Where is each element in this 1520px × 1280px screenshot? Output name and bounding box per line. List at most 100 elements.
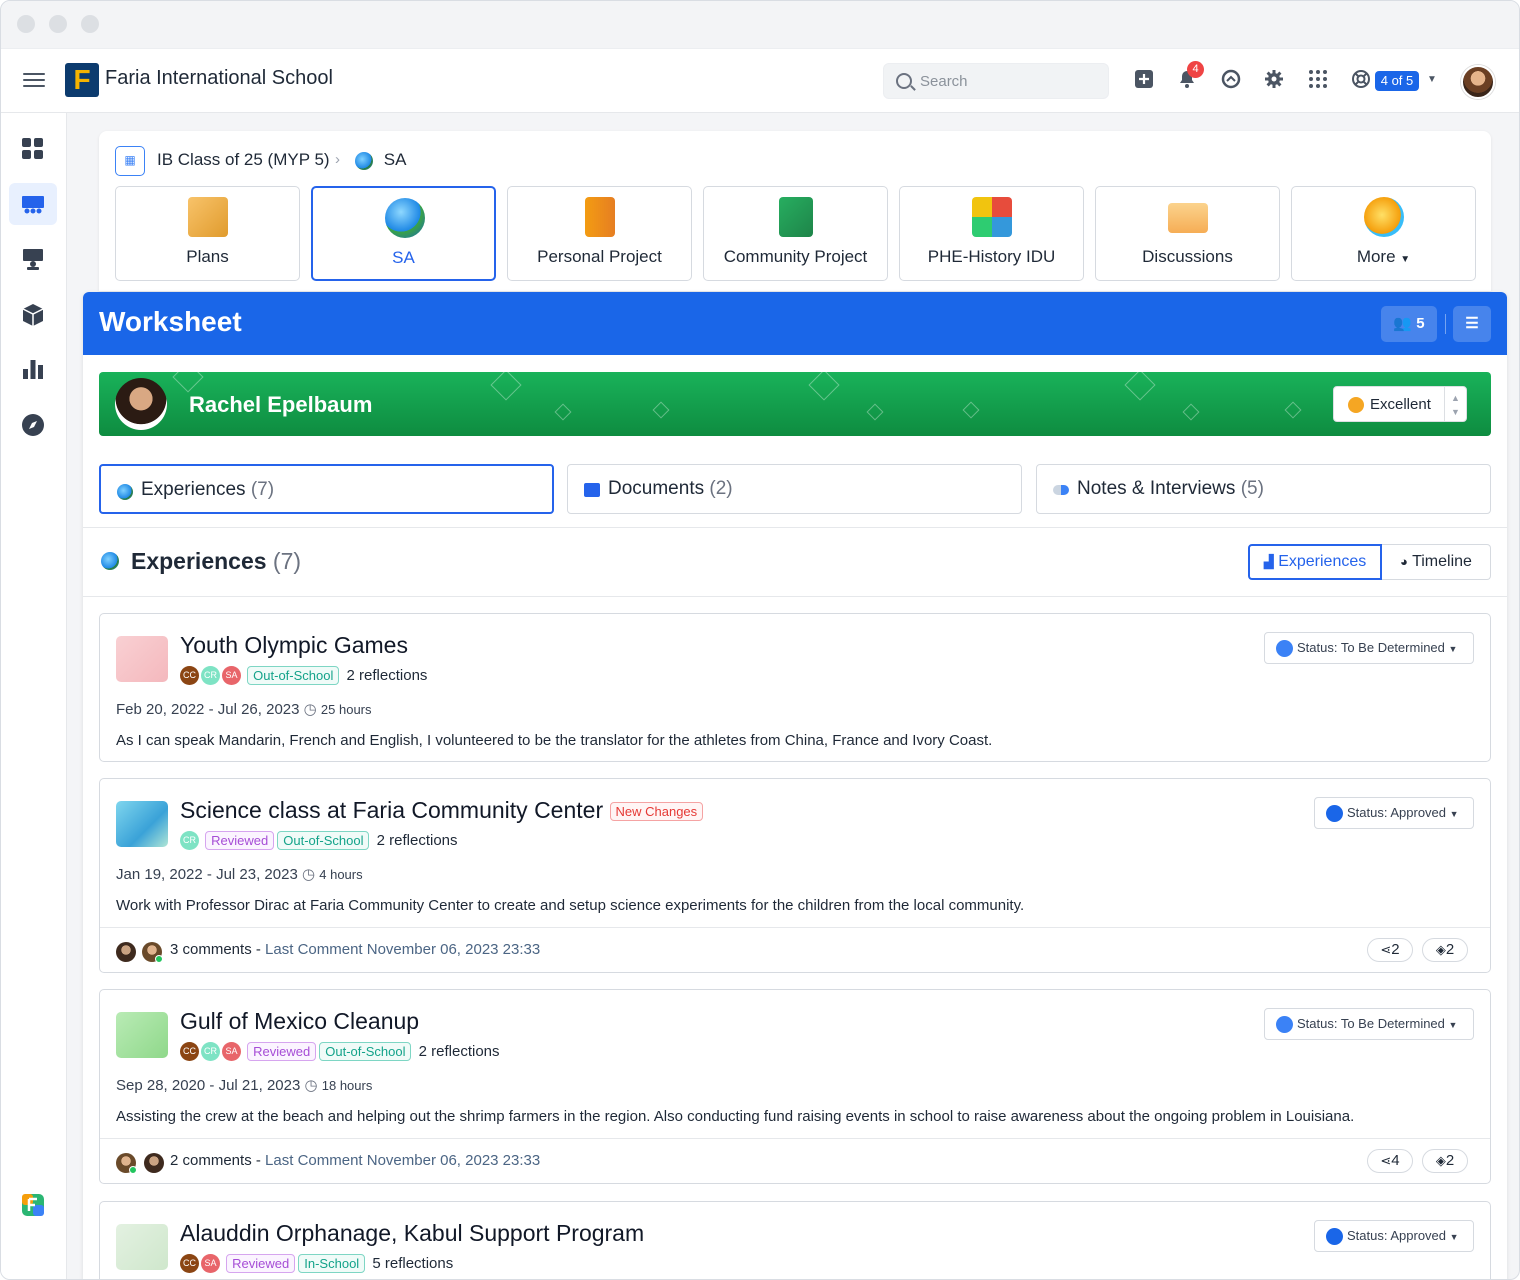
experience-title[interactable]: Youth Olympic Games xyxy=(180,632,408,659)
tile-discussions[interactable]: Discussions xyxy=(1095,186,1280,281)
online-indicator xyxy=(129,1166,137,1174)
apps-grid-icon[interactable] xyxy=(1307,69,1329,91)
experience-title[interactable]: Gulf of Mexico Cleanup xyxy=(180,1008,419,1035)
status-dropdown[interactable]: Status: Approved ▼ xyxy=(1314,1220,1474,1252)
experience-description: As I can speak Mandarin, French and Engl… xyxy=(116,732,993,749)
tag-out-of-school: Out-of-School xyxy=(277,831,370,850)
grade-value: Excellent xyxy=(1370,396,1431,413)
notebook-icon xyxy=(585,197,615,237)
experience-title[interactable]: Science class at Faria Community Center … xyxy=(180,797,706,824)
lifebuoy-icon[interactable] xyxy=(1350,69,1372,91)
tile-plans[interactable]: Plans xyxy=(115,186,300,281)
breadcrumb-class[interactable]: IB Class of 25 (MYP 5) xyxy=(157,150,330,170)
decor xyxy=(554,403,572,421)
caret-down-icon[interactable]: ▼ xyxy=(1421,69,1443,91)
status-dropdown[interactable]: Status: To Be Determined ▼ xyxy=(1264,1008,1474,1040)
window-close-dot[interactable] xyxy=(17,15,35,33)
view-experiences-button[interactable]: ▟ Experiences xyxy=(1248,544,1382,580)
tile-sa[interactable]: SA xyxy=(311,186,496,281)
experience-card[interactable]: Youth Olympic Games CC CR SA Out-of-School… xyxy=(99,613,1491,762)
share-count-button[interactable]: ⋖4 xyxy=(1367,1149,1413,1173)
chat-icon[interactable] xyxy=(1220,69,1242,91)
explore-icon[interactable] xyxy=(21,413,45,437)
faria-app-icon[interactable] xyxy=(21,1193,45,1217)
experience-tags: CR Reviewed Out-of-School 2 reflections xyxy=(180,831,458,853)
students-count: 5 xyxy=(1416,315,1425,332)
classes-icon[interactable] xyxy=(21,193,45,217)
tile-more[interactable]: More ▼ xyxy=(1291,186,1476,281)
clock-icon: ◕ xyxy=(1400,554,1408,569)
experience-card[interactable]: Science class at Faria Community Center … xyxy=(99,778,1491,973)
tab-label: Notes & Interviews (5) xyxy=(1077,478,1264,499)
search-input[interactable]: Search xyxy=(883,63,1109,99)
tile-label: Plans xyxy=(186,247,229,266)
status-dropdown[interactable]: Status: Approved ▼ xyxy=(1314,797,1474,829)
chip-cc: CC xyxy=(180,666,199,685)
teaching-icon[interactable] xyxy=(21,247,45,271)
experience-card[interactable]: Alauddin Orphanage, Kabul Support Progra… xyxy=(99,1201,1491,1279)
chip-cr: CR xyxy=(201,1042,220,1061)
class-header-card: ▦ IB Class of 25 (MYP 5) › SA Plans SA P… xyxy=(99,131,1491,291)
class-grid-icon[interactable]: ▦ xyxy=(115,146,145,176)
refresh-icon xyxy=(1276,640,1293,657)
units-icon[interactable] xyxy=(21,303,45,327)
decor xyxy=(808,372,840,401)
tile-label: More ▼ xyxy=(1356,247,1411,266)
experience-tags: CC CR SA Out-of-School 2 reflections xyxy=(180,666,427,688)
tab-notes-interviews[interactable]: Notes & Interviews (5) xyxy=(1036,464,1491,514)
student-banner: Rachel Epelbaum Excellent ▲ ▼ xyxy=(99,372,1491,436)
layers-icon: ◈ xyxy=(1435,1153,1446,1168)
layers-icon: ◈ xyxy=(1435,942,1446,957)
thumbs-up-icon xyxy=(1326,1228,1343,1245)
layers-count-button[interactable]: ◈2 xyxy=(1422,938,1468,962)
divider xyxy=(83,527,1507,528)
school-logo[interactable]: F xyxy=(65,63,99,97)
tile-personal-project[interactable]: Personal Project xyxy=(507,186,692,281)
add-icon[interactable] xyxy=(1133,69,1155,91)
list-view-button[interactable]: ☰ xyxy=(1453,306,1491,342)
breadcrumb-current: SA xyxy=(355,150,406,170)
comments-footer: 2 comments - Last Comment November 06, 2… xyxy=(100,1138,1490,1184)
chip-sa: SA xyxy=(222,666,241,685)
experience-title[interactable]: Alauddin Orphanage, Kabul Support Progra… xyxy=(180,1220,644,1247)
worksheet-panel: Worksheet 👥 5 ☰ Rachel Epelbaum Excellen… xyxy=(83,292,1507,1279)
experience-dates: Sep 28, 2020 - Jul 21, 2023 ◷ 18 hours xyxy=(116,1077,373,1094)
experience-card[interactable]: Gulf of Mexico Cleanup CC CR SA Reviewed Ou… xyxy=(99,989,1491,1184)
menu-icon[interactable] xyxy=(23,69,45,91)
status-dropdown[interactable]: Status: To Be Determined ▼ xyxy=(1264,632,1474,664)
experience-description: Assisting the crew at the beach and help… xyxy=(116,1108,1355,1125)
reports-icon[interactable] xyxy=(21,357,45,381)
commenter-avatar xyxy=(116,942,136,962)
students-button[interactable]: 👥 5 xyxy=(1381,306,1437,342)
chip-sa: SA xyxy=(201,1254,220,1273)
medal-icon xyxy=(1348,397,1364,413)
window-maximize-dot[interactable] xyxy=(81,15,99,33)
org-chart-icon: ▟ xyxy=(1263,554,1274,569)
tile-phe-history-idu[interactable]: PHE-History IDU xyxy=(899,186,1084,281)
reflections-count: 2 reflections xyxy=(346,667,428,684)
experience-description: Work with Professor Dirac at Faria Commu… xyxy=(116,897,1025,914)
gear-icon[interactable] xyxy=(1263,69,1285,91)
share-count-button[interactable]: ⋖2 xyxy=(1367,938,1413,962)
comments-summary[interactable]: 3 comments - Last Comment November 06, 2… xyxy=(170,941,540,958)
counter-badge[interactable]: 4 of 5 xyxy=(1375,71,1419,91)
top-nav: F Faria International School Search 4 4 … xyxy=(1,49,1519,113)
clock-icon: ◷ xyxy=(301,866,316,883)
grade-select[interactable]: Excellent ▲ ▼ xyxy=(1333,386,1467,422)
experience-tags: CC SA Reviewed In-School 5 reflections xyxy=(180,1254,453,1276)
window-minimize-dot[interactable] xyxy=(49,15,67,33)
user-avatar[interactable] xyxy=(1461,65,1495,99)
tag-reviewed: Reviewed xyxy=(205,831,275,850)
comments-summary[interactable]: 2 comments - Last Comment November 06, 2… xyxy=(170,1152,540,1169)
commenter-avatar xyxy=(144,1153,164,1173)
tab-experiences[interactable]: Experiences (7) xyxy=(99,464,554,514)
reflections-count: 5 reflections xyxy=(372,1255,454,1272)
worksheet-title: Worksheet xyxy=(99,306,242,337)
tag-in-school: In-School xyxy=(298,1254,366,1273)
layers-count-button[interactable]: ◈2 xyxy=(1422,1149,1468,1173)
view-timeline-button[interactable]: ◕ Timeline xyxy=(1382,544,1491,580)
tile-community-project[interactable]: Community Project xyxy=(703,186,888,281)
dashboard-icon[interactable] xyxy=(21,137,45,161)
tab-documents[interactable]: Documents (2) xyxy=(567,464,1022,514)
globe-icon xyxy=(101,552,119,570)
